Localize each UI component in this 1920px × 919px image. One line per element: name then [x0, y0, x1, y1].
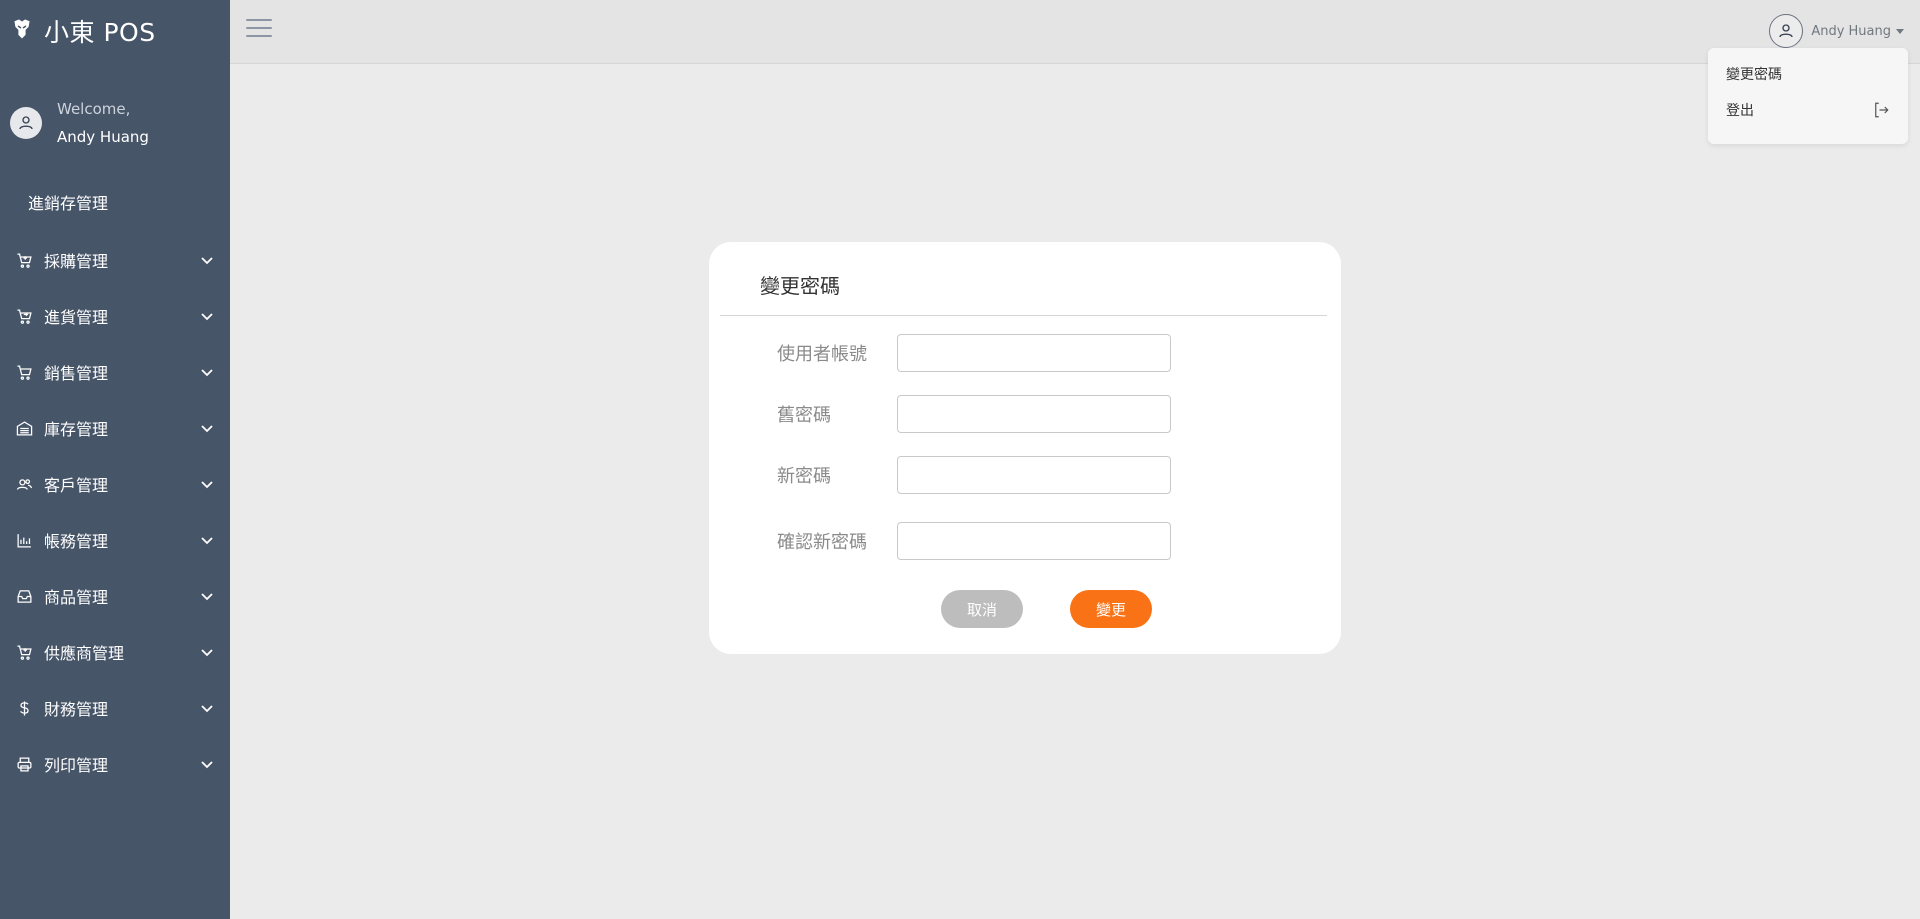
sidebar-item-accounts[interactable]: 帳務管理 [0, 512, 230, 568]
form-row-username: 使用者帳號 [777, 334, 1171, 372]
cart-arrow-icon [15, 307, 33, 325]
sidebar-item-receiving[interactable]: 進貨管理 [0, 288, 230, 344]
menu-item-change-password[interactable]: 變更密碼 [1708, 64, 1908, 84]
caret-down-icon [1896, 28, 1904, 34]
sidebar-item-label: 採購管理 [44, 252, 109, 271]
old-password-input[interactable] [897, 395, 1171, 433]
card-title: 變更密碼 [760, 274, 840, 298]
cart-plus-icon [15, 251, 33, 269]
form-row-confirm-password: 確認新密碼 [777, 522, 1171, 560]
menu-item-logout[interactable]: 登出 [1708, 98, 1908, 122]
welcome-text: Welcome, [57, 100, 131, 118]
topbar: Andy Huang [230, 0, 1920, 64]
inbox-icon [15, 587, 33, 605]
sidebar-item-suppliers[interactable]: 供應商管理 [0, 624, 230, 680]
user-icon [1779, 24, 1793, 38]
brand-logo-icon [10, 17, 34, 45]
sidebar-item-label: 進貨管理 [44, 308, 109, 327]
sidebar-item-inventory[interactable]: 庫存管理 [0, 400, 230, 456]
field-label: 使用者帳號 [777, 344, 867, 365]
logout-icon [1875, 102, 1889, 118]
chevron-down-icon [201, 761, 213, 769]
chevron-down-icon [201, 649, 213, 657]
cart-plus-icon [15, 643, 33, 661]
sidebar-item-printing[interactable]: 列印管理 [0, 736, 230, 792]
divider [720, 315, 1327, 316]
sidebar-item-label: 列印管理 [44, 756, 109, 775]
sidebar-item-customers[interactable]: 客戶管理 [0, 456, 230, 512]
bar-chart-icon [15, 531, 33, 549]
sidebar-item-label: 客戶管理 [44, 476, 109, 495]
sidebar-item-sales[interactable]: 銷售管理 [0, 344, 230, 400]
topbar-username: Andy Huang [1811, 23, 1891, 39]
sidebar-item-products[interactable]: 商品管理 [0, 568, 230, 624]
brand[interactable]: 小東 POS [0, 0, 230, 62]
sidebar-item-label: 庫存管理 [44, 420, 109, 439]
cart-icon [15, 363, 33, 381]
sidebar-username: Andy Huang [57, 128, 149, 146]
cancel-button[interactable]: 取消 [941, 590, 1023, 628]
change-password-card: 變更密碼 使用者帳號 舊密碼 新密碼 確認新密碼 取消 變更 [709, 242, 1341, 654]
sidebar: 小東 POS Welcome, Andy Huang 進銷存管理 採購管理 進貨… [0, 0, 230, 919]
dollar-icon [15, 699, 33, 717]
username-input[interactable] [897, 334, 1171, 372]
chevron-down-icon [201, 537, 213, 545]
sidebar-item-label: 商品管理 [44, 588, 109, 607]
field-label: 確認新密碼 [777, 532, 867, 553]
new-password-input[interactable] [897, 456, 1171, 494]
sidebar-item-label: 財務管理 [44, 700, 109, 719]
chevron-down-icon [201, 425, 213, 433]
sidebar-item-finance[interactable]: 財務管理 [0, 680, 230, 736]
sidebar-section-title: 進銷存管理 [28, 194, 109, 213]
printer-icon [15, 755, 33, 773]
form-row-new-password: 新密碼 [777, 456, 1171, 494]
warehouse-icon [15, 419, 33, 437]
sidebar-item-label: 供應商管理 [44, 644, 125, 663]
sidebar-item-purchase[interactable]: 採購管理 [0, 232, 230, 288]
chevron-down-icon [201, 369, 213, 377]
avatar [1769, 14, 1804, 48]
chevron-down-icon [201, 593, 213, 601]
chevron-down-icon [201, 481, 213, 489]
user-panel: Welcome, Andy Huang [0, 62, 230, 160]
menu-item-label: 變更密碼 [1726, 67, 1782, 83]
form-row-old-password: 舊密碼 [777, 395, 1171, 433]
user-menu-toggle[interactable]: Andy Huang [1769, 14, 1904, 48]
chevron-down-icon [201, 705, 213, 713]
avatar [10, 107, 42, 139]
sidebar-item-label: 銷售管理 [44, 364, 109, 383]
chevron-down-icon [201, 257, 213, 265]
menu-item-label: 登出 [1726, 103, 1754, 119]
brand-name: 小東 POS [44, 18, 156, 47]
confirm-password-input[interactable] [897, 522, 1171, 560]
menu-toggle-icon[interactable] [246, 19, 272, 43]
users-icon [15, 475, 33, 493]
field-label: 新密碼 [777, 466, 831, 487]
user-icon [19, 116, 33, 130]
chevron-down-icon [201, 313, 213, 321]
field-label: 舊密碼 [777, 405, 831, 426]
user-dropdown-menu: 變更密碼 登出 [1708, 48, 1908, 144]
change-button[interactable]: 變更 [1070, 590, 1152, 628]
sidebar-item-label: 帳務管理 [44, 532, 109, 551]
